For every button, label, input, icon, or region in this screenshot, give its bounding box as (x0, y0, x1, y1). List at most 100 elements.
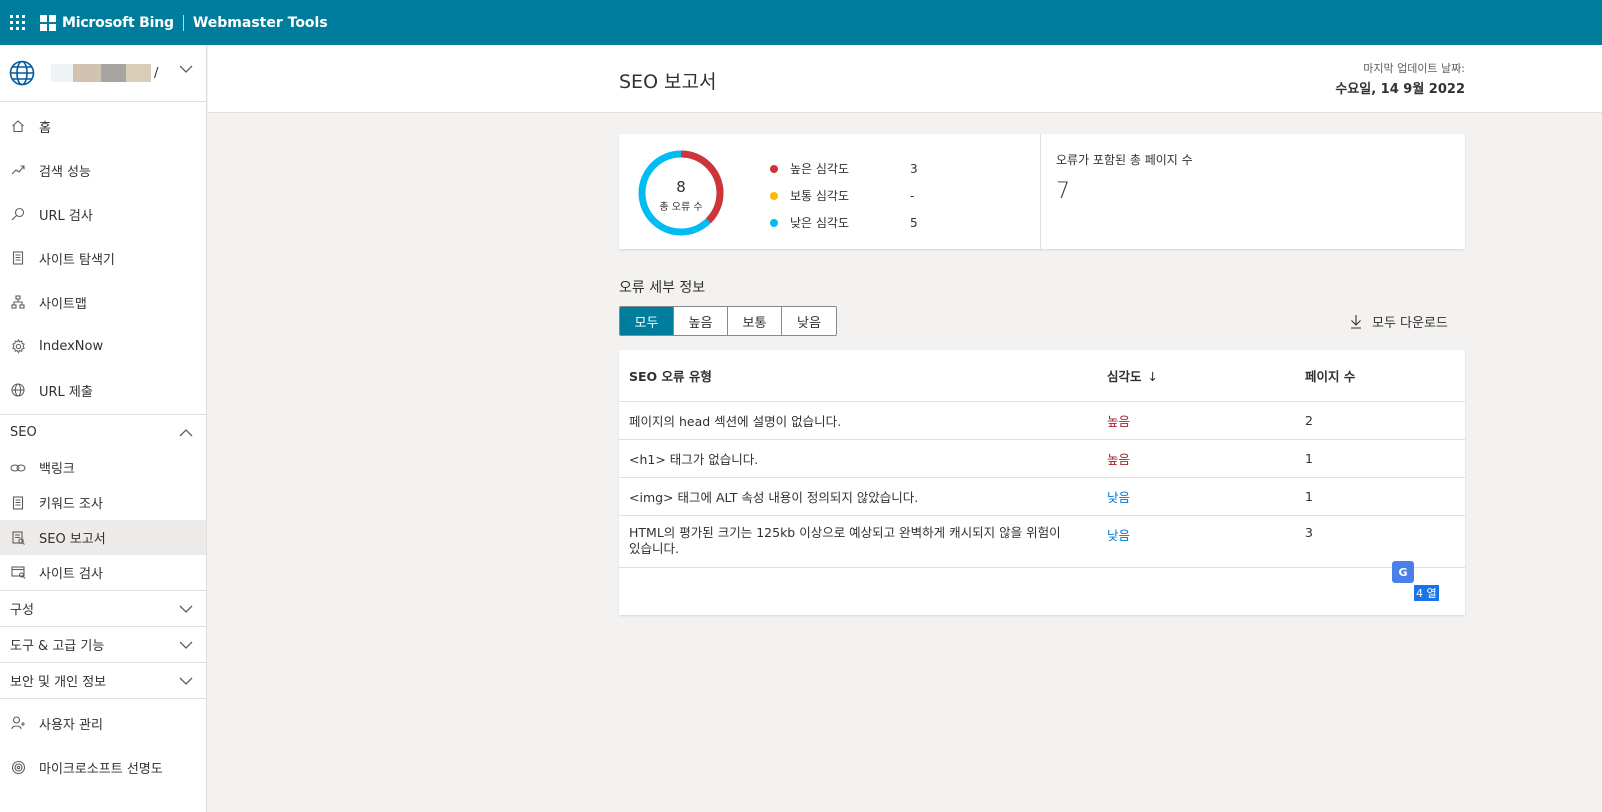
sidebar-item-label: 홈 (39, 120, 51, 136)
sidebar-item-label: 백링크 (39, 462, 75, 477)
column-header-severity[interactable]: 심각도 ↓ (1097, 366, 1295, 385)
sitemap-icon (10, 294, 26, 310)
column-header-type[interactable]: SEO 오류 유형 (619, 366, 1097, 385)
sidebar-item-label: 검색 성능 (39, 164, 91, 180)
filter-low[interactable]: 낮음 (782, 307, 836, 335)
brand-name[interactable]: Microsoft Bing (62, 15, 174, 31)
section-label: 도구 & 고급 기능 (10, 639, 105, 654)
chevron-down-icon (179, 677, 193, 685)
section-label: 구성 (10, 603, 34, 618)
sidebar-item-label: IndexNow (39, 338, 104, 354)
globe-icon (10, 382, 26, 398)
filter-all[interactable]: 모두 (620, 307, 674, 335)
severity-filter: 모두 높음 보통 낮음 (619, 306, 837, 336)
sidebar-item-backlinks[interactable]: 백링크 (0, 450, 206, 485)
download-icon (1351, 314, 1361, 329)
sidebar-item-user-management[interactable]: 사용자 관리 (0, 701, 206, 745)
app-launcher-icon[interactable] (10, 14, 26, 31)
table-row[interactable]: <h1> 태그가 없습니다. 높음 1 (619, 440, 1465, 478)
sidebar-section-seo[interactable]: SEO (0, 414, 206, 450)
sidebar-item-submit-urls[interactable]: URL 제출 (0, 368, 206, 412)
sidebar-item-label: 마이크로소프트 선명도 (39, 761, 163, 777)
sidebar-section-security[interactable]: 보안 및 개인 정보 (0, 662, 206, 698)
error-details-title: 오류 세부 정보 (619, 280, 706, 296)
site-selector[interactable]: / (0, 45, 206, 102)
errors-summary: 8 총 오류 수 높은 심각도 3 보통 심각도 - 낮은 심각도 5 (619, 134, 1041, 249)
clarity-icon (10, 759, 26, 775)
legend-label: 보통 심각도 (790, 189, 850, 203)
download-all-button[interactable]: 모두 다운로드 (1350, 311, 1448, 331)
sidebar-item-label: 키워드 조사 (39, 497, 103, 512)
user-icon (10, 715, 26, 731)
legend-label: 높은 심각도 (790, 162, 850, 176)
top-bar: Microsoft Bing Webmaster Tools (0, 0, 1602, 45)
document-icon (10, 495, 26, 511)
sidebar-item-label: 사용자 관리 (39, 717, 103, 733)
pages-with-errors-value: 7 (1056, 179, 1070, 204)
globe-icon (9, 60, 35, 86)
sidebar-item-keyword-research[interactable]: 키워드 조사 (0, 485, 206, 520)
table-header: SEO 오류 유형 심각도 ↓ 페이지 수 (619, 350, 1465, 402)
legend-label: 낮은 심각도 (790, 216, 850, 230)
sidebar: / 홈 검색 성능 URL 검사 사이트 탐색기 사이트맵 IndexNow U… (0, 45, 207, 812)
brand-divider (182, 14, 184, 31)
translate-icon[interactable]: G (1392, 561, 1414, 583)
column-header-pages[interactable]: 페이지 수 (1295, 366, 1465, 385)
section-label: 보안 및 개인 정보 (10, 675, 107, 690)
sidebar-item-home[interactable]: 홈 (0, 104, 206, 148)
sidebar-item-seo-reports[interactable]: SEO 보고서 (0, 520, 206, 555)
error-type: <h1> 태그가 없습니다. (629, 452, 759, 467)
filter-medium[interactable]: 보통 (728, 307, 782, 335)
legend-dot-medium (770, 191, 778, 200)
column-count-label: 4 열 (1414, 585, 1439, 601)
trend-icon (10, 162, 26, 178)
sidebar-item-url-inspection[interactable]: URL 검사 (0, 192, 206, 236)
gear-icon (10, 338, 26, 354)
legend-medium[interactable]: 보통 심각도 - (770, 182, 930, 209)
sidebar-item-label: 사이트맵 (39, 296, 87, 312)
chevron-down-icon[interactable] (179, 65, 193, 73)
sidebar-item-label: 사이트 탐색기 (39, 252, 115, 268)
last-updated-date: 수요일, 14 9월 2022 (1335, 82, 1465, 97)
error-severity: 높음 (1107, 452, 1131, 467)
site-url-suffix: / (154, 65, 159, 81)
legend-value: - (910, 188, 915, 203)
table-row[interactable]: 페이지의 head 섹션에 설명이 없습니다. 높음 2 (619, 402, 1465, 440)
chevron-up-icon (179, 428, 193, 436)
sidebar-item-microsoft-clarity[interactable]: 마이크로소프트 선명도 (0, 745, 206, 789)
legend-dot-high (770, 164, 778, 173)
sidebar-item-site-explorer[interactable]: 사이트 탐색기 (0, 236, 206, 280)
link-icon (10, 460, 26, 476)
total-errors-label: 총 오류 수 (659, 202, 703, 213)
sidebar-section-tools[interactable]: 도구 & 고급 기능 (0, 626, 206, 662)
error-severity: 낮음 (1107, 490, 1131, 505)
sidebar-item-label: URL 제출 (39, 384, 93, 400)
sidebar-item-indexnow[interactable]: IndexNow (0, 324, 206, 368)
sidebar-item-sitemaps[interactable]: 사이트맵 (0, 280, 206, 324)
site-scan-icon (10, 565, 26, 581)
sidebar-item-site-scan[interactable]: 사이트 검사 (0, 555, 206, 590)
legend-high[interactable]: 높은 심각도 3 (770, 155, 930, 182)
sidebar-item-label: 사이트 검사 (39, 567, 103, 582)
error-pages: 3 (1305, 525, 1313, 540)
column-header-label: 심각도 (1107, 369, 1142, 384)
legend-value: 3 (910, 161, 918, 176)
table-row[interactable]: <img> 태그에 ALT 속성 내용이 정의되지 않았습니다. 낮음 1 (619, 478, 1465, 516)
sidebar-section-configuration[interactable]: 구성 (0, 590, 206, 626)
sidebar-item-label: URL 검사 (39, 208, 93, 224)
chevron-down-icon (179, 641, 193, 649)
severity-legend: 높은 심각도 3 보통 심각도 - 낮은 심각도 5 (770, 155, 930, 236)
table-row[interactable]: HTML의 평가된 크기는 125kb 이상으로 예상되고 완벽하게 캐시되지 … (619, 516, 1465, 568)
legend-value: 5 (910, 215, 918, 230)
error-pages: 1 (1305, 451, 1313, 466)
page-header: SEO 보고서 마지막 업데이트 날짜: 수요일, 14 9월 2022 (208, 45, 1602, 113)
error-pages: 1 (1305, 489, 1313, 504)
summary-card: 8 총 오류 수 높은 심각도 3 보통 심각도 - 낮은 심각도 5 오류가 … (619, 134, 1465, 249)
legend-dot-low (770, 218, 778, 227)
legend-low[interactable]: 낮은 심각도 5 (770, 209, 930, 236)
error-type: HTML의 평가된 크기는 125kb 이상으로 예상되고 완벽하게 캐시되지 … (629, 525, 1061, 556)
product-name[interactable]: Webmaster Tools (193, 15, 328, 31)
error-pages: 2 (1305, 413, 1313, 428)
sidebar-item-search-performance[interactable]: 검색 성능 (0, 148, 206, 192)
filter-high[interactable]: 높음 (674, 307, 728, 335)
